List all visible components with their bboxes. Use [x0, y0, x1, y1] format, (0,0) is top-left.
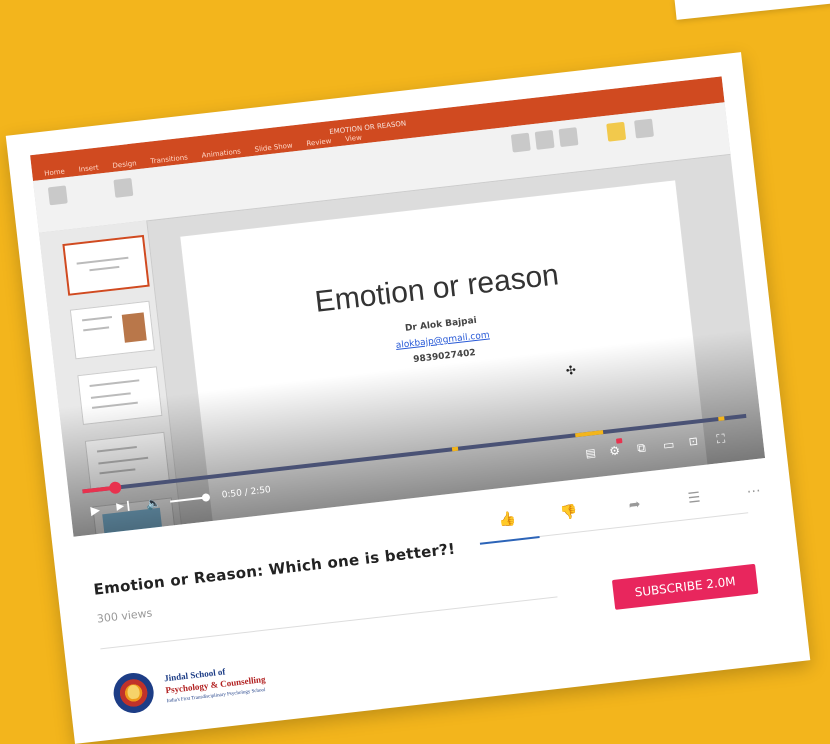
- play-icon[interactable]: ▶: [90, 500, 101, 521]
- shapes-icon: [534, 129, 555, 150]
- app-title: EMOTION OR REASON: [328, 119, 407, 137]
- ribbon-tab: View: [344, 133, 363, 144]
- volume-slider[interactable]: [170, 496, 207, 503]
- arrange-icon: [606, 121, 627, 142]
- more-icon[interactable]: ⋯: [738, 482, 770, 501]
- picture-icon: [510, 132, 531, 153]
- theater-icon[interactable]: ▭: [662, 434, 676, 455]
- video-player[interactable]: EMOTION OR REASON Home Insert Design Tra…: [30, 76, 766, 537]
- view-count: 300 views: [96, 606, 153, 626]
- thumbs-down-icon[interactable]: 👎: [553, 503, 585, 522]
- slide-thumbnail: [62, 234, 150, 296]
- slide-thumbnail: [69, 300, 155, 360]
- miniplayer-icon[interactable]: ⧉: [636, 437, 647, 458]
- next-icon[interactable]: ▶❙: [115, 496, 133, 518]
- ribbon-tab: Insert: [78, 163, 100, 174]
- channel-logo[interactable]: [111, 670, 156, 716]
- fullscreen-icon[interactable]: ⛶: [716, 428, 727, 449]
- quick-styles-icon: [634, 118, 654, 139]
- new-slide-icon: [113, 177, 134, 198]
- ribbon-tab: Home: [43, 167, 66, 178]
- paste-icon: [47, 185, 68, 206]
- video-title: Emotion or Reason: Which one is better?!: [92, 539, 457, 599]
- captions-icon[interactable]: ▤: [584, 443, 597, 464]
- background-card: [674, 0, 830, 20]
- subscribe-button[interactable]: SUBSCRIBE 2.0M: [611, 563, 759, 610]
- cast-icon[interactable]: ⊡: [688, 432, 699, 453]
- add-to-playlist-icon[interactable]: ☰: [678, 489, 710, 508]
- thumbnail-image: [121, 312, 147, 343]
- hd-badge: [615, 438, 623, 444]
- volume-knob[interactable]: [201, 493, 211, 502]
- ribbon-tab: Design: [112, 159, 138, 170]
- share-icon[interactable]: ➦: [619, 495, 651, 514]
- volume-icon[interactable]: 🔈: [145, 493, 162, 515]
- like-underline: [479, 536, 540, 545]
- video-card: EMOTION OR REASON Home Insert Design Tra…: [5, 52, 811, 744]
- textbox-icon: [558, 127, 579, 148]
- chapter-marker: [718, 416, 725, 421]
- ribbon-tab: Review: [306, 137, 332, 148]
- settings-icon[interactable]: ⚙: [608, 438, 623, 461]
- thumbs-up-icon[interactable]: 👍: [492, 510, 524, 529]
- chapter-marker: [451, 446, 459, 452]
- divider: [100, 596, 558, 650]
